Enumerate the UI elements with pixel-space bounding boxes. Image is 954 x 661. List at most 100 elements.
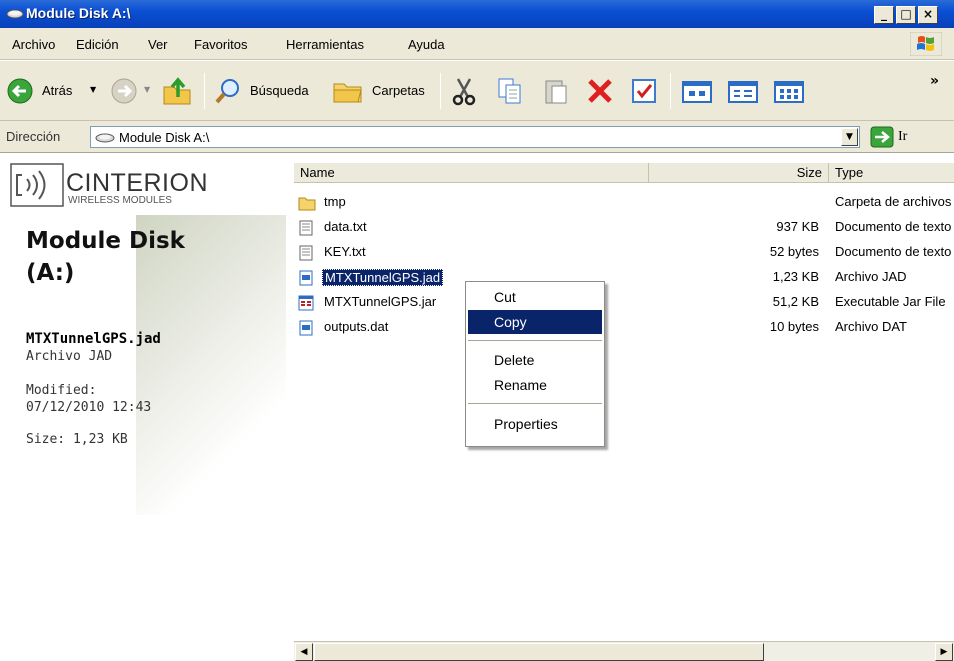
properties-icon[interactable]	[628, 75, 660, 107]
delete-icon[interactable]	[584, 75, 616, 107]
file-name: MTXTunnelGPS.jar	[324, 294, 437, 309]
file-size: 10 bytes	[769, 319, 819, 334]
column-header-type[interactable]: Type	[829, 163, 954, 183]
file-row[interactable]: data.txt 937 KB Documento de texto	[294, 216, 954, 241]
toolbar-overflow-chevron[interactable]: »	[930, 73, 939, 89]
file-type: Documento de texto	[835, 244, 952, 259]
back-button-label[interactable]: Atrás	[42, 83, 72, 98]
file-type: Documento de texto	[835, 219, 952, 234]
cut-icon[interactable]	[448, 75, 480, 107]
address-value: Module Disk A:\	[119, 130, 210, 145]
file-row[interactable]: MTXTunnelGPS.jar 51,2 KB Executable Jar …	[294, 291, 954, 316]
scroll-left-button[interactable]: ◀	[295, 643, 313, 661]
toolbar-separator	[204, 73, 205, 109]
file-row[interactable]: outputs.dat 10 bytes Archivo DAT	[294, 316, 954, 341]
folders-icon[interactable]	[330, 75, 366, 107]
window-title: Module Disk A:\	[26, 5, 131, 21]
file-size: 937 KB	[776, 219, 819, 234]
menu-item-rename[interactable]: Rename	[468, 373, 602, 397]
toolbar: Atrás ▼ ▼ Búsqueda Carpetas »	[0, 61, 954, 121]
maximize-button[interactable]: □	[896, 6, 916, 24]
scroll-right-button[interactable]: ▶	[935, 643, 953, 661]
menu-item-cut[interactable]: Cut	[468, 285, 602, 309]
file-row[interactable]: KEY.txt 52 bytes Documento de texto	[294, 241, 954, 266]
selected-file-size: Size: 1,23 KB	[26, 432, 128, 447]
copy-icon[interactable]	[494, 75, 526, 107]
menu-separator	[468, 340, 602, 341]
forward-arrow-icon[interactable]	[108, 75, 140, 107]
brand-name: CINTERION	[66, 169, 208, 197]
jad-file-icon	[299, 270, 313, 286]
text-file-icon	[299, 220, 313, 236]
toolbar-separator	[670, 73, 671, 109]
file-row[interactable]: MTXTunnelGPS.jad 1,23 KB Archivo JAD	[294, 266, 954, 291]
close-button[interactable]: ×	[918, 6, 938, 24]
address-label: Dirección	[6, 129, 61, 144]
file-name: tmp	[324, 194, 346, 209]
menu-item-delete[interactable]: Delete	[468, 348, 602, 372]
scrollbar-thumb[interactable]	[314, 643, 764, 661]
views-list-icon[interactable]	[726, 75, 760, 107]
context-menu: Cut Copy Delete Rename Properties	[465, 281, 605, 447]
file-name: data.txt	[324, 219, 367, 234]
menu-edicion[interactable]: Edición	[76, 37, 119, 52]
menu-herramientas[interactable]: Herramientas	[286, 37, 364, 52]
address-input[interactable]: Module Disk A:\ ▼	[90, 126, 860, 148]
menu-item-properties[interactable]: Properties	[468, 412, 602, 436]
minimize-button[interactable]: _	[874, 6, 894, 24]
menu-item-copy[interactable]: Copy	[468, 310, 602, 334]
file-row[interactable]: tmp Carpeta de archivos	[294, 191, 954, 216]
menu-ayuda[interactable]: Ayuda	[408, 37, 445, 52]
search-icon[interactable]	[212, 75, 244, 107]
address-dropdown-button[interactable]: ▼	[841, 128, 858, 146]
column-header-name[interactable]: Name	[294, 163, 649, 183]
file-name: outputs.dat	[324, 319, 389, 334]
folders-button-label[interactable]: Carpetas	[372, 83, 425, 98]
file-size: 1,23 KB	[772, 269, 819, 284]
column-header-size[interactable]: Size	[649, 163, 829, 183]
search-button-label[interactable]: Búsqueda	[250, 83, 309, 98]
file-name: MTXTunnelGPS.jad	[322, 269, 444, 286]
modified-label: Modified:	[26, 383, 97, 398]
toolbar-separator	[440, 73, 441, 109]
selected-file-type: Archivo JAD	[26, 349, 113, 364]
column-header: Name Size Type	[294, 163, 954, 183]
go-arrow-icon[interactable]	[870, 126, 894, 148]
views-thumbnails-icon[interactable]	[680, 75, 714, 107]
menu-favoritos[interactable]: Favoritos	[194, 37, 247, 52]
selected-file-name: MTXTunnelGPS.jad	[26, 331, 161, 347]
file-type: Archivo JAD	[835, 269, 907, 284]
file-name: KEY.txt	[324, 244, 366, 259]
windows-logo-icon	[910, 32, 942, 56]
folder-icon	[298, 197, 316, 211]
go-button-label[interactable]: Ir	[898, 129, 907, 145]
file-size: 51,2 KB	[772, 294, 819, 309]
up-folder-icon[interactable]	[160, 75, 194, 107]
modified-value: 07/12/2010 12:43	[26, 400, 152, 415]
menu-ver[interactable]: Ver	[148, 37, 168, 52]
address-bar: Dirección Module Disk A:\ ▼ Ir	[0, 121, 954, 153]
dat-file-icon	[299, 320, 313, 336]
file-size: 52 bytes	[769, 244, 819, 259]
paste-icon[interactable]	[540, 75, 572, 107]
menu-bar: Archivo Edición Ver Favoritos Herramient…	[0, 28, 954, 60]
cinterion-logo-icon	[10, 163, 64, 207]
drive-title: Module Disk (A:)	[26, 228, 185, 286]
text-file-icon	[299, 245, 313, 261]
back-dropdown-icon[interactable]: ▼	[90, 85, 96, 94]
drive-icon	[6, 9, 24, 19]
views-details-icon[interactable]	[772, 75, 806, 107]
file-type: Archivo DAT	[835, 319, 907, 334]
forward-dropdown-icon[interactable]: ▼	[144, 85, 150, 94]
menu-archivo[interactable]: Archivo	[12, 37, 55, 52]
file-type: Executable Jar File	[835, 294, 946, 309]
jar-file-icon	[298, 295, 314, 311]
brand-subtitle: WIRELESS MODULES	[68, 195, 172, 206]
file-type: Carpeta de archivos	[835, 194, 952, 209]
left-info-pane: CINTERION WIRELESS MODULES Module Disk (…	[6, 155, 286, 661]
title-bar[interactable]: Module Disk A:\ _ □ ×	[0, 0, 954, 28]
back-arrow-icon[interactable]	[4, 75, 36, 107]
menu-separator	[468, 403, 602, 404]
drive-icon	[95, 133, 115, 143]
horizontal-scrollbar[interactable]: ◀ ▶	[294, 641, 954, 661]
